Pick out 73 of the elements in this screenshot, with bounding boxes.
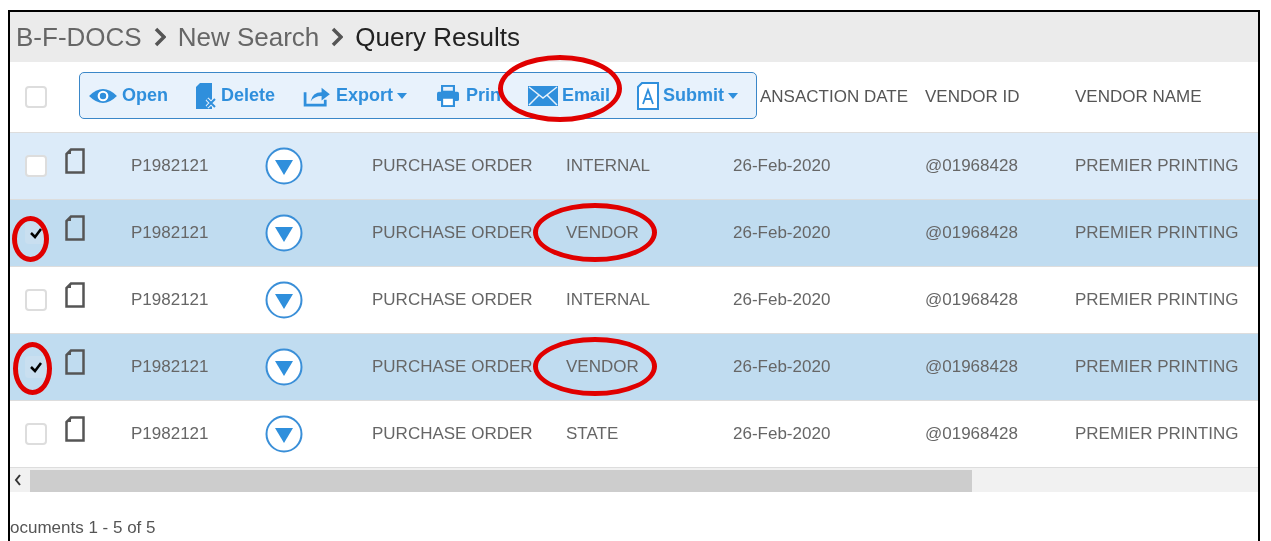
document-letter-icon <box>637 81 660 110</box>
table-cell: @01968428 <box>925 357 1018 376</box>
select-all-checkbox[interactable] <box>25 86 47 108</box>
chevron-left-icon[interactable] <box>14 474 22 486</box>
submit-button[interactable]: Submit <box>637 81 739 110</box>
table-cell: PURCHASE ORDER <box>372 357 533 376</box>
delete-button[interactable]: Delete <box>195 81 276 110</box>
column-header[interactable]: ANSACTION DATE <box>760 87 908 106</box>
table-cell: PURCHASE ORDER <box>372 223 533 242</box>
table-cell: P1982121 <box>131 357 209 376</box>
table-cell: PURCHASE ORDER <box>372 424 533 443</box>
row-checkbox[interactable] <box>25 423 47 445</box>
table-cell: 26-Feb-2020 <box>733 290 831 309</box>
document-icon[interactable] <box>65 215 85 241</box>
dropdown-circle-icon[interactable] <box>265 348 303 386</box>
breadcrumb-item: Query Results <box>355 21 521 53</box>
dropdown-circle-icon[interactable] <box>265 415 303 453</box>
open-button[interactable]: Open <box>88 84 168 107</box>
table-cell: P1982121 <box>131 223 209 242</box>
column-header[interactable]: VENDOR ID <box>925 87 1020 106</box>
table-cell: VENDOR <box>566 357 639 376</box>
table-cell: STATE <box>566 424 619 443</box>
table-cell: @01968428 <box>925 424 1018 443</box>
document-icon[interactable] <box>65 349 85 375</box>
horizontal-scrollbar[interactable] <box>10 468 1258 492</box>
row-checkbox[interactable] <box>25 356 47 378</box>
chevron-right-icon <box>331 27 344 47</box>
caret-icon <box>728 92 739 99</box>
document-icon[interactable] <box>65 416 85 442</box>
highlight-ellipse <box>13 342 52 395</box>
caret-icon <box>397 92 408 99</box>
table-cell: INTERNAL <box>566 156 651 175</box>
dropdown-circle-icon[interactable] <box>265 214 303 252</box>
column-header[interactable]: VENDOR NAME <box>1075 87 1202 106</box>
table-cell: PREMIER PRINTING <box>1075 223 1239 242</box>
table-cell: @01968428 <box>925 156 1018 175</box>
table-cell: PREMIER PRINTING <box>1075 290 1239 309</box>
table-cell: PURCHASE ORDER <box>372 156 533 175</box>
table-cell: 26-Feb-2020 <box>733 223 831 242</box>
table-cell: INTERNAL <box>566 290 651 309</box>
document-icon[interactable] <box>65 282 85 308</box>
table-cell: P1982121 <box>131 424 209 443</box>
table-row[interactable]: P1982121 PURCHASE ORDER INTERNAL 26-Feb-2020 @01968428 PREMIER PRINTING <box>10 133 1258 200</box>
table-cell: @01968428 <box>925 223 1018 242</box>
document-count: ocuments 1 - 5 of 5 <box>10 518 156 537</box>
document-icon[interactable] <box>65 148 85 174</box>
table-cell: P1982121 <box>131 156 209 175</box>
print-button[interactable]: Prin <box>434 84 502 107</box>
file-delete-icon <box>195 81 217 110</box>
table-cell: PREMIER PRINTING <box>1075 357 1239 376</box>
table-cell: 26-Feb-2020 <box>733 357 831 376</box>
table-cell: @01968428 <box>925 290 1018 309</box>
scrollbar-thumb[interactable] <box>30 470 972 492</box>
breadcrumb-item[interactable]: New Search <box>177 21 320 53</box>
table-cell: 26-Feb-2020 <box>733 156 831 175</box>
row-checkbox[interactable] <box>25 289 47 311</box>
email-button[interactable]: Email <box>528 84 611 107</box>
highlight-ellipse <box>12 216 49 262</box>
table-row[interactable]: P1982121 PURCHASE ORDER VENDOR 26-Feb-2020 @01968428 PREMIER PRINTING <box>10 334 1258 401</box>
breadcrumb-item[interactable]: B-F-DOCS <box>16 21 142 53</box>
table-cell: PREMIER PRINTING <box>1075 156 1239 175</box>
table-cell: VENDOR <box>566 223 639 242</box>
export-button[interactable]: Export <box>302 84 408 107</box>
table-row[interactable]: P1982121 PURCHASE ORDER VENDOR 26-Feb-2020 @01968428 PREMIER PRINTING <box>10 200 1258 267</box>
table-cell: PREMIER PRINTING <box>1075 424 1239 443</box>
chevron-right-icon <box>153 27 166 47</box>
dropdown-circle-icon[interactable] <box>265 147 303 185</box>
table-cell: P1982121 <box>131 290 209 309</box>
envelope-icon <box>528 84 559 107</box>
row-checkbox[interactable] <box>25 155 47 177</box>
table-cell: 26-Feb-2020 <box>733 424 831 443</box>
dropdown-circle-icon[interactable] <box>265 281 303 319</box>
table-cell: PURCHASE ORDER <box>372 290 533 309</box>
